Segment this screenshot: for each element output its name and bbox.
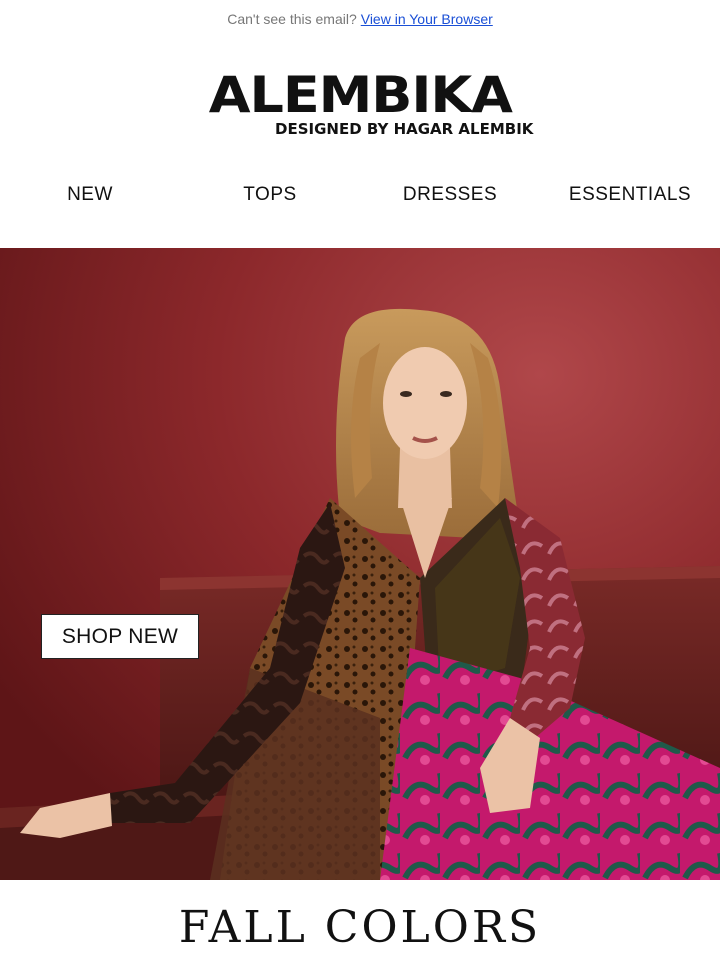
shop-new-button[interactable]: SHOP NEW	[41, 614, 199, 659]
view-in-browser-link[interactable]: View in Your Browser	[361, 11, 493, 27]
brand-tagline: DESIGNED BY HAGAR ALEMBIK	[275, 120, 534, 138]
nav-item-essentials[interactable]: ESSENTIALS	[540, 176, 720, 214]
hero-image[interactable]	[0, 248, 720, 880]
section-title: FALL COLORS	[178, 902, 542, 953]
preheader: Can't see this email? View in Your Brows…	[0, 0, 720, 38]
nav-item-dresses[interactable]: DRESSES	[360, 176, 540, 214]
main-nav: NEW TOPS DRESSES ESSENTIALS	[0, 176, 720, 214]
hero-illustration	[0, 248, 720, 880]
brand-logo[interactable]: ALEMBIKA DESIGNED BY HAGAR ALEMBIK	[0, 66, 720, 138]
preheader-text: Can't see this email?	[227, 11, 357, 27]
nav-item-tops[interactable]: TOPS	[180, 176, 360, 214]
section-header: FALL COLORS	[0, 880, 720, 960]
brand-name: ALEMBIKA	[208, 66, 512, 124]
nav-item-new[interactable]: NEW	[0, 176, 180, 214]
